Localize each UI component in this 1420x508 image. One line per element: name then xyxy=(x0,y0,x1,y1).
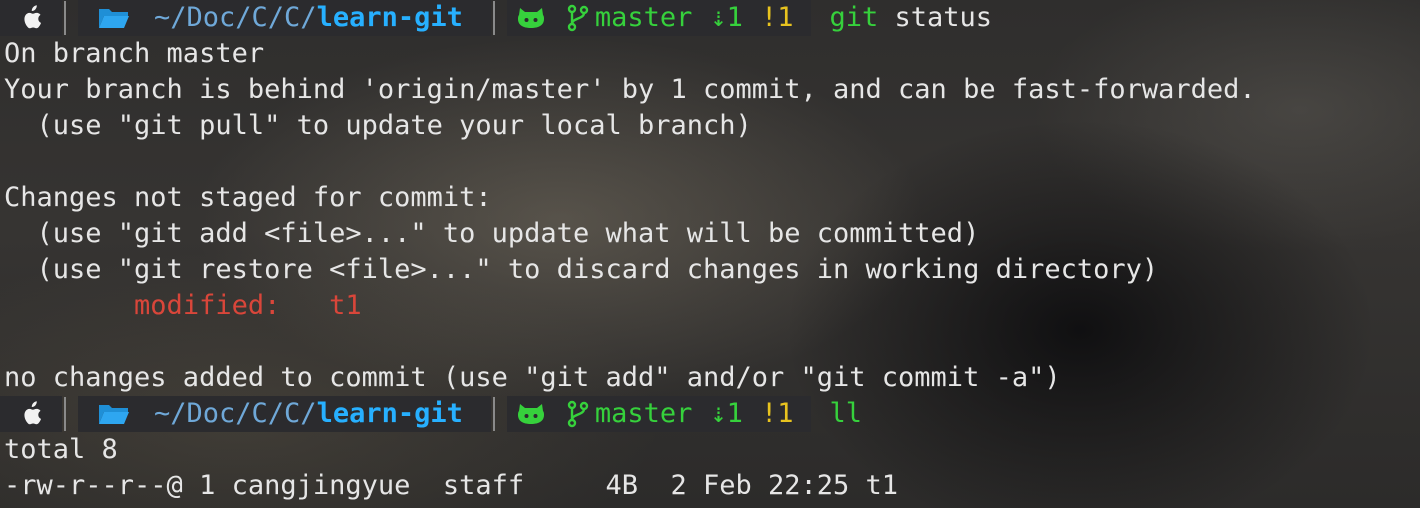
path-segment: ~/Doc/C/C/learn-git xyxy=(78,396,491,432)
output-line: modified: t1 xyxy=(0,288,1420,324)
git-modified-count: !1 xyxy=(760,398,794,429)
branch-icon xyxy=(567,400,589,428)
segment-separator xyxy=(492,1,495,35)
path-segment: ~/Doc/C/C/learn-git xyxy=(78,0,491,36)
path-current-dir: learn-git xyxy=(316,398,463,429)
segment-separator xyxy=(64,1,66,35)
git-branch: master xyxy=(594,398,693,429)
output-line: no changes added to commit (use "git add… xyxy=(4,362,1061,393)
git-branch: master xyxy=(594,2,693,33)
branch-icon xyxy=(567,4,589,32)
output-line: (use "git restore <file>..." to discard … xyxy=(4,254,1159,285)
output-line: Your branch is behind 'origin/master' by… xyxy=(4,74,1256,105)
git-segment: master ⇣1 !1 xyxy=(506,0,812,36)
output-line: On branch master xyxy=(4,38,265,69)
output-line: -rw-r--r--@ 1 cangjingyue staff 4B 2 Feb… xyxy=(4,470,899,501)
segment-separator xyxy=(64,397,66,431)
terminal[interactable]: ~/Doc/C/C/learn-git master ⇣1 !1 git sta… xyxy=(0,0,1420,504)
segment-separator xyxy=(492,397,495,431)
output-line: (use "git pull" to update your local bra… xyxy=(4,110,752,141)
prompt-line: ~/Doc/C/C/learn-git master ⇣1 xyxy=(0,396,1420,432)
output-line: Changes not staged for commit: xyxy=(4,182,492,213)
prompt-line: ~/Doc/C/C/learn-git master ⇣1 xyxy=(0,0,1420,36)
modified-file: modified: t1 xyxy=(134,290,362,321)
github-icon xyxy=(517,6,545,30)
os-segment xyxy=(0,396,62,432)
command-args: status xyxy=(878,2,993,33)
command-git: git xyxy=(829,2,879,33)
github-icon xyxy=(517,402,545,426)
folder-icon xyxy=(98,402,130,426)
command-ll: ll xyxy=(829,398,862,429)
output-line: (use "git add <file>..." to update what … xyxy=(4,218,980,249)
git-segment: master ⇣1 !1 xyxy=(506,396,812,432)
output-line: total 8 xyxy=(4,434,118,465)
os-segment xyxy=(0,0,62,36)
apple-icon xyxy=(20,5,42,31)
git-behind-count: ⇣1 xyxy=(710,2,743,33)
path-current-dir: learn-git xyxy=(316,2,463,33)
apple-icon xyxy=(20,401,42,427)
git-modified-count: !1 xyxy=(760,2,794,33)
path-prefix: ~/Doc/C/C/ xyxy=(154,398,317,429)
folder-icon xyxy=(98,6,130,30)
git-behind-count: ⇣1 xyxy=(710,398,743,429)
path-prefix: ~/Doc/C/C/ xyxy=(154,2,317,33)
